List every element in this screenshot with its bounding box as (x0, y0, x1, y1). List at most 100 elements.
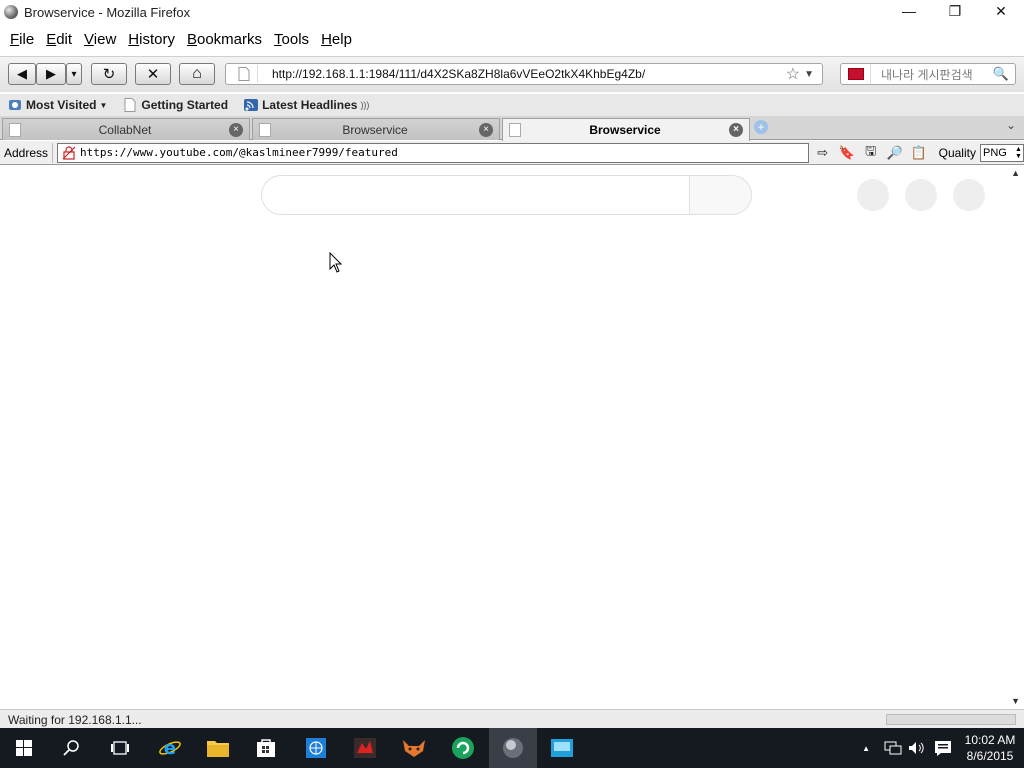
bookmark-icon[interactable]: 🔖 (837, 143, 857, 163)
minimize-button[interactable]: — (886, 0, 932, 22)
new-tab-button[interactable]: + (754, 120, 768, 134)
address-input[interactable]: https://www.youtube.com/@kaslmineer7999/… (57, 142, 809, 163)
taskbar-app-fox[interactable] (390, 728, 438, 768)
internet-explorer-icon: e (159, 738, 181, 759)
scroll-down-arrow[interactable]: ▼ (1011, 696, 1020, 706)
back-button[interactable]: ◀ (8, 63, 36, 85)
store-icon (257, 739, 275, 757)
quality-select[interactable]: PNG ▲ ▼ (979, 143, 1024, 162)
status-text: Waiting for 192.168.1.1... (8, 712, 142, 727)
search-button[interactable] (48, 728, 96, 768)
system-tray: ▲ 10:02 AM 8/6/2015 (862, 728, 1024, 768)
taskbar-store[interactable] (242, 728, 290, 768)
youtube-search-input[interactable] (261, 175, 689, 215)
title-bar: Browservice - Mozilla Firefox — ❐ ✕ (0, 0, 1024, 24)
tab-browservice-active[interactable]: Browservice × (502, 118, 750, 141)
clock-date: 8/6/2015 (966, 749, 1014, 763)
fox-app-icon (403, 740, 425, 757)
search-icon[interactable]: 🔍 (993, 66, 1009, 82)
home-button[interactable]: ⌂ (179, 63, 215, 85)
taskbar-app-red[interactable] (341, 728, 389, 768)
restore-button[interactable]: ❐ (932, 0, 978, 22)
task-view-button[interactable] (96, 728, 144, 768)
tab-page-icon (259, 122, 271, 137)
menu-bar: File Edit View History Bookmarks Tools H… (0, 26, 1024, 52)
monitor-app-icon (551, 739, 573, 757)
url-bar[interactable]: http://192.168.1.1:1984/111/d4X2SKa8ZH8l… (225, 63, 823, 85)
firefox-icon (503, 738, 523, 758)
spinner-icon[interactable]: ▲ ▼ (1015, 146, 1023, 160)
search-engine-selector[interactable] (841, 64, 871, 84)
reload-button[interactable]: ↻ (91, 63, 127, 85)
find-icon[interactable]: 🔎 (885, 143, 905, 163)
tab-close-icon[interactable]: × (479, 122, 493, 137)
globe-icon (306, 738, 326, 758)
tabs-list-button[interactable]: ⌄ (1000, 118, 1022, 138)
quality-label: Quality (938, 145, 976, 160)
url-text[interactable]: http://192.168.1.1:1984/111/d4X2SKa8ZH8l… (272, 67, 786, 81)
search-placeholder[interactable]: 내나라 게시판검색 (881, 66, 993, 83)
scroll-up-arrow[interactable]: ▲ (1011, 168, 1020, 178)
action-center-icon[interactable] (934, 740, 952, 756)
tab-close-icon[interactable]: × (229, 122, 243, 137)
show-hidden-icons-button[interactable]: ▲ (862, 744, 870, 753)
save-icon[interactable]: 🖫 (861, 143, 881, 163)
clock-time: 10:02 AM (964, 733, 1016, 747)
bookmark-latest-headlines[interactable]: Latest Headlines ))) (244, 98, 369, 112)
placeholder-circle-icon (857, 179, 889, 211)
url-dropdown-icon[interactable]: ▼ (804, 69, 814, 80)
tab-page-icon (9, 122, 21, 137)
green-swirl-icon (452, 737, 474, 759)
tab-collabnet[interactable]: CollabNet × (2, 118, 250, 140)
taskbar-internet-explorer[interactable]: e (146, 728, 194, 768)
menu-file[interactable]: File (4, 31, 40, 48)
windows-logo-icon (16, 740, 32, 756)
taskbar-file-explorer[interactable] (194, 728, 242, 768)
loading-progress (886, 714, 1016, 725)
placeholder-circle-icon (953, 179, 985, 211)
bookmark-getting-started[interactable]: Getting Started (123, 98, 228, 112)
task-view-icon (111, 741, 129, 755)
menu-bookmarks[interactable]: Bookmarks (181, 31, 268, 48)
tab-close-icon[interactable]: × (729, 123, 743, 137)
address-url[interactable]: https://www.youtube.com/@kaslmineer7999/… (80, 146, 398, 159)
search-box[interactable]: 내나라 게시판검색 🔍 (840, 63, 1016, 85)
page-icon (124, 98, 136, 112)
clock[interactable]: 10:02 AM 8/6/2015 (958, 732, 1022, 764)
bookmark-most-visited[interactable]: Most Visited ▼ (8, 98, 107, 112)
menu-view[interactable]: View (78, 31, 122, 48)
start-button[interactable] (0, 728, 48, 768)
address-label: Address (0, 142, 54, 163)
svg-text:e: e (164, 738, 176, 759)
tab-bar: CollabNet × Browservice × Browservice × … (0, 116, 1024, 141)
close-button[interactable]: ✕ (978, 0, 1024, 22)
taskbar-firefox[interactable] (489, 728, 537, 768)
most-visited-icon (9, 100, 21, 110)
network-icon[interactable] (884, 740, 902, 756)
volume-icon[interactable] (908, 740, 926, 756)
taskbar-app-blue[interactable] (538, 728, 586, 768)
tab-browservice[interactable]: Browservice × (252, 118, 500, 140)
browservice-toolbar: Address https://www.youtube.com/@kaslmin… (0, 141, 1024, 165)
history-dropdown-button[interactable]: ▾ (66, 63, 82, 85)
stop-button[interactable]: ✕ (135, 63, 171, 85)
window-title: Browservice - Mozilla Firefox (24, 4, 191, 20)
page-identity-icon[interactable] (230, 65, 258, 83)
menu-tools[interactable]: Tools (268, 31, 315, 48)
menu-help[interactable]: Help (315, 31, 358, 48)
clipboard-icon[interactable]: 📋 (909, 143, 929, 163)
forward-button[interactable]: ▶ (36, 63, 66, 85)
firefox-icon (4, 5, 18, 19)
menu-history[interactable]: History (122, 31, 181, 48)
taskbar-network-app[interactable] (292, 728, 340, 768)
menu-edit[interactable]: Edit (40, 31, 78, 48)
go-arrow-icon[interactable]: ⇨ (813, 143, 833, 163)
tab-page-icon (509, 123, 521, 137)
folder-icon (207, 741, 229, 757)
taskbar-app-green[interactable] (439, 728, 487, 768)
bookmark-star-icon[interactable]: ☆ (786, 64, 800, 84)
youtube-search-button[interactable] (689, 175, 752, 215)
search-engine-logo-icon (847, 68, 864, 80)
placeholder-circle-icon (905, 179, 937, 211)
rss-icon (244, 99, 259, 111)
